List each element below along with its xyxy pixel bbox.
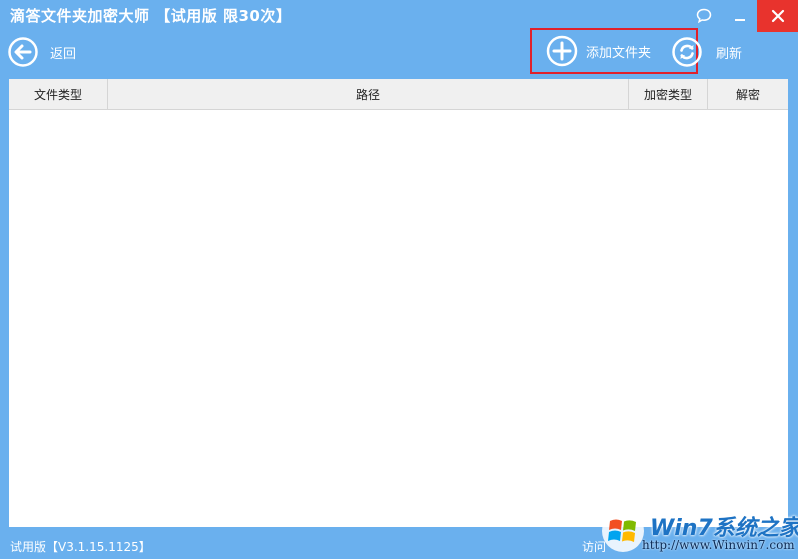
close-icon — [771, 9, 784, 23]
watermark-url: http://www.Winwin7.com — [642, 538, 795, 552]
refresh-button[interactable]: 刷新 — [672, 32, 742, 72]
toolbar: 返回 添加文件夹 刷新 — [0, 28, 798, 78]
back-button[interactable]: 返回 — [8, 32, 76, 72]
column-header-decrypt[interactable]: 解密 — [708, 79, 788, 109]
back-label: 返回 — [50, 46, 77, 62]
file-table: 文件类型 路径 加密类型 解密 — [9, 79, 788, 527]
minimize-icon — [735, 19, 745, 21]
window-title: 滴答文件夹加密大师 【试用版 限30次】 — [10, 7, 292, 25]
close-button[interactable] — [757, 0, 798, 32]
table-body[interactable] — [9, 110, 788, 527]
column-header-path[interactable]: 路径 — [108, 79, 629, 109]
back-arrow-icon — [8, 37, 38, 67]
column-header-encryption-type[interactable]: 加密类型 — [629, 79, 708, 109]
windows-logo-icon — [602, 510, 644, 552]
table-header: 文件类型 路径 加密类型 解密 — [9, 79, 788, 110]
watermark: Win7系统之家 http://www.Winwin7.com — [598, 504, 798, 559]
minimize-button[interactable] — [724, 0, 756, 32]
add-folder-label: 添加文件夹 — [586, 45, 652, 61]
chat-bubble-icon — [696, 8, 712, 24]
column-header-file-type[interactable]: 文件类型 — [9, 79, 108, 109]
refresh-label: 刷新 — [716, 46, 743, 62]
plus-circle-icon — [546, 35, 578, 67]
refresh-icon — [672, 37, 702, 67]
version-label: 试用版【V3.1.15.1125】 — [10, 540, 151, 554]
